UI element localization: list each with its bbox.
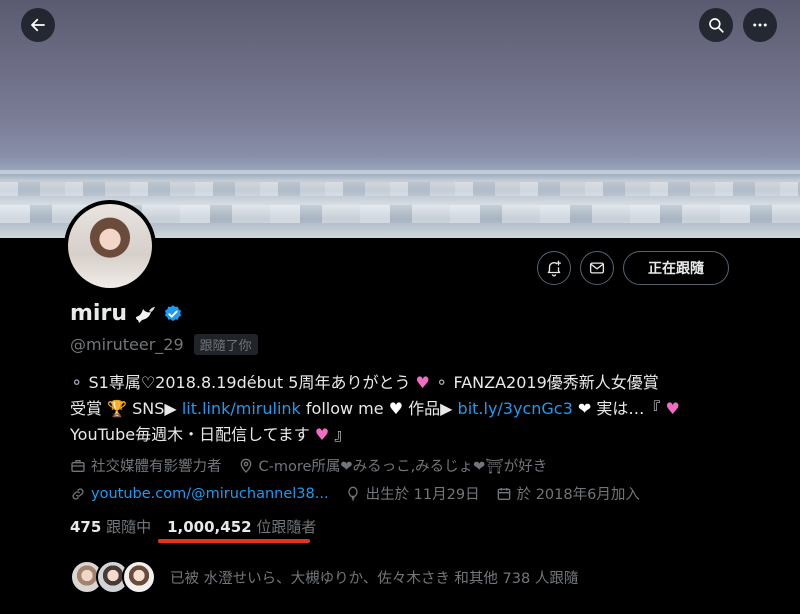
rings-icon: ⚬	[434, 373, 449, 392]
birthday-item: 出生於 11月29日	[345, 483, 480, 504]
display-name: miru	[70, 301, 127, 326]
follow-counts: 475 跟隨中 1,000,452 位跟隨者	[70, 516, 316, 537]
following-count-link[interactable]: 475 跟隨中	[70, 516, 151, 537]
search-icon	[709, 18, 724, 33]
following-count: 475	[70, 518, 102, 536]
balloon-icon	[347, 486, 358, 501]
back-button[interactable]	[21, 8, 55, 42]
handle-row: @miruteer_29 跟隨了你	[70, 334, 258, 355]
pink-heart-icon: ♥	[665, 399, 680, 418]
avatar-photo	[68, 204, 152, 288]
following-label: 跟隨中	[106, 518, 152, 536]
verified-badge-icon	[164, 304, 181, 321]
banner-horizon	[0, 170, 800, 174]
following-button[interactable]: 正在跟隨	[623, 251, 729, 285]
followers-count: 1,000,452	[167, 518, 252, 536]
profile-name-row: miru	[70, 301, 183, 326]
bio-text: 作品▶	[408, 399, 453, 418]
search-button[interactable]	[699, 8, 733, 42]
bell-plus-icon	[547, 260, 562, 277]
bio-text: YouTube毎週木・日配信してます	[70, 425, 310, 444]
profile-meta-row-1: 社交媒體有影響力者 C-more所属❤みるっこ,みるじょ❤⛩が好き	[70, 455, 559, 476]
location-item: C-more所属❤みるっこ,みるじょ❤⛩が好き	[238, 455, 548, 476]
category-item: 社交媒體有影響力者	[70, 455, 222, 476]
joined-text: 於 2018年6月加入	[516, 487, 640, 503]
bio-link-litlink[interactable]: lit.link/mirulink	[182, 399, 301, 418]
bio-text: follow me	[305, 399, 384, 418]
bio-line-1: ⚬ S1専属♡2018.8.19début 5周年ありがとう ♥ ⚬ FANZA…	[70, 370, 750, 396]
location-text: C-more所属❤みるっこ,みるじょ❤⛩が好き	[258, 459, 548, 475]
website-link[interactable]: youtube.com/@miruchannel38...	[91, 486, 329, 502]
bio-link-bitly[interactable]: bit.ly/3ycnGc3	[458, 399, 573, 418]
bio-text: SNS▶	[132, 399, 177, 418]
location-pin-icon	[240, 458, 251, 473]
briefcase-icon	[71, 459, 85, 472]
calendar-icon	[497, 487, 510, 500]
joined-item: 於 2018年6月加入	[496, 483, 640, 504]
bio: ⚬ S1専属♡2018.8.19début 5周年ありがとう ♥ ⚬ FANZA…	[70, 370, 750, 448]
bio-line-3: YouTube毎週木・日配信してます ♥ 』	[70, 422, 750, 448]
pink-heart-icon: ♥	[314, 425, 330, 444]
sparkling-heart-icon: ♥	[415, 373, 430, 392]
link-icon	[72, 487, 84, 500]
bio-text: FANZA2019優秀新人女優賞	[453, 373, 659, 392]
birthday-text: 出生於 11月29日	[365, 487, 480, 503]
trophy-icon: 🏆	[107, 399, 128, 418]
notifications-button[interactable]	[537, 251, 571, 285]
dove-icon	[135, 306, 155, 323]
followed-by-row[interactable]: 已被 水澄せいら、大槻ゆりか、佐々木さき 和其他 738 人跟隨	[70, 560, 578, 594]
bio-text: 』	[334, 425, 351, 444]
bio-text: S1専属♡2018.8.19début 5周年ありがとう	[88, 373, 411, 392]
handle: @miruteer_29	[70, 335, 184, 354]
followed-by-text: 已被 水澄せいら、大槻ゆりか、佐々木さき 和其他 738 人跟隨	[170, 570, 579, 587]
profile-meta-row-2: youtube.com/@miruchannel38... 出生於 11月29日…	[70, 483, 652, 504]
website-item[interactable]: youtube.com/@miruchannel38...	[70, 486, 329, 502]
rings-icon: ⚬	[70, 373, 84, 392]
message-button[interactable]	[580, 251, 614, 285]
arrow-left-icon	[31, 18, 45, 32]
follower-avatar	[122, 560, 156, 594]
highlight-underline	[158, 539, 310, 543]
more-options-button[interactable]	[743, 8, 777, 42]
envelope-icon	[589, 262, 605, 274]
followers-count-link[interactable]: 1,000,452 位跟隨者	[167, 516, 316, 537]
bio-line-2: 受賞 🏆 SNS▶ lit.link/mirulink follow me ♥ …	[70, 396, 750, 422]
more-icon	[753, 23, 767, 27]
heart-icon: ❤	[577, 399, 592, 418]
banner-ice	[0, 182, 800, 196]
category-text: 社交媒體有影響力者	[91, 459, 222, 475]
followers-label: 位跟隨者	[256, 518, 317, 536]
white-heart-icon: ♥	[388, 399, 404, 418]
avatar[interactable]	[64, 200, 156, 292]
bio-text: 実は…『	[596, 399, 661, 418]
follows-you-badge: 跟隨了你	[193, 334, 258, 355]
bio-text: 受賞	[70, 399, 103, 418]
